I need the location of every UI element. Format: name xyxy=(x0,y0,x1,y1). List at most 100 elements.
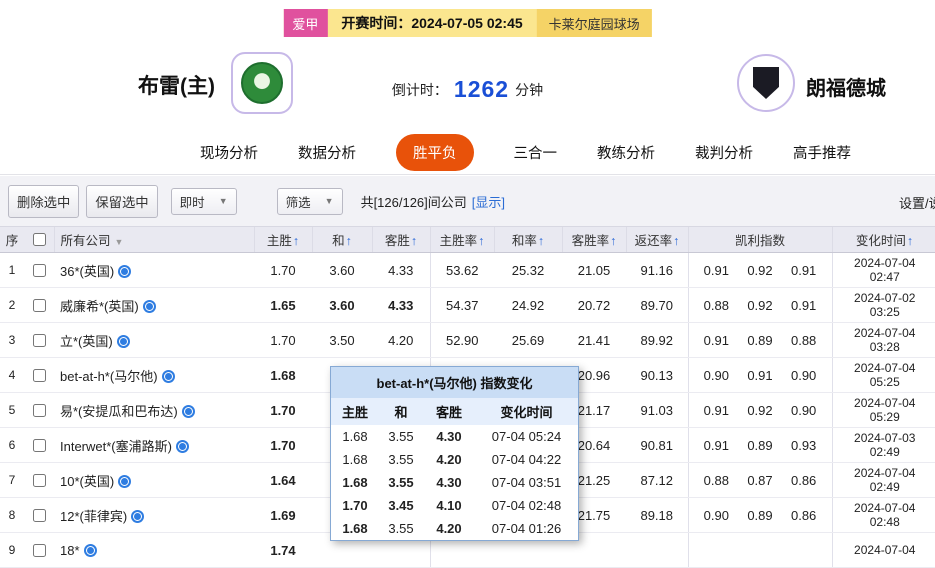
home-odds-value[interactable]: 1.70 xyxy=(254,252,312,288)
delete-selected-button[interactable]: 删除选中 xyxy=(8,184,80,218)
change-time-value: 2024-07-04 05:29 xyxy=(832,392,935,428)
company-detail-icon[interactable] xyxy=(118,264,132,278)
company-name[interactable]: Interwet*(塞浦路斯) xyxy=(60,439,172,454)
header-away-odds[interactable]: 客胜↑ xyxy=(372,227,431,253)
sort-asc-icon: ↑ xyxy=(292,234,300,248)
league-badge[interactable]: 爱甲 xyxy=(283,9,328,37)
kelly-away-value: 0.91 xyxy=(790,297,817,313)
home-odds-value[interactable]: 1.69 xyxy=(254,497,312,533)
popup-odds-row: 1.68 3.55 4.30 07-04 03:51 xyxy=(331,471,578,494)
row-checkbox[interactable] xyxy=(33,508,46,522)
kelly-draw-value: 0.87 xyxy=(747,472,773,488)
draw-odds-value[interactable]: 3.60 xyxy=(312,287,372,323)
sort-asc-icon: ↑ xyxy=(610,234,617,248)
company-name[interactable]: 10*(英国) xyxy=(60,474,114,489)
kelly-indices: 0.91 0.89 0.93 xyxy=(688,427,833,463)
row-checkbox[interactable] xyxy=(33,473,46,487)
row-checkbox[interactable] xyxy=(33,298,46,312)
company-detail-icon[interactable] xyxy=(161,369,175,383)
show-link[interactable]: [显示] xyxy=(472,192,505,211)
row-checkbox[interactable] xyxy=(33,438,46,452)
header-draw-odds[interactable]: 和↑ xyxy=(312,227,373,253)
tab-three-in-one[interactable]: 三合一 xyxy=(514,142,558,163)
popup-home-odds: 1.68 xyxy=(342,429,368,444)
row-checkbox[interactable] xyxy=(33,263,46,277)
tab-1x2-odds[interactable]: 胜平负 xyxy=(396,133,474,171)
row-checkbox[interactable] xyxy=(33,543,46,557)
company-filter-icon[interactable]: ▼ xyxy=(115,237,124,247)
kelly-home-value: 0.90 xyxy=(703,507,729,523)
company-name[interactable]: 12*(菲律宾) xyxy=(60,509,127,524)
row-checkbox[interactable] xyxy=(33,368,46,382)
company-detail-icon[interactable] xyxy=(83,543,97,557)
tab-referee-analysis[interactable]: 裁判分析 xyxy=(695,142,753,163)
header-seq: 序 xyxy=(0,227,24,253)
header-change-time[interactable]: 变化时间↑ xyxy=(832,227,935,253)
company-detail-icon[interactable] xyxy=(131,509,145,523)
settings-link[interactable]: 设置/说明 xyxy=(899,193,935,212)
table-row: 2 威廉希*(英国) 1.65 3.60 4.33 54.37 24.92 20… xyxy=(0,287,935,323)
home-odds-value[interactable]: 1.68 xyxy=(254,357,312,393)
header-checkbox-cell xyxy=(24,227,55,253)
company-name[interactable]: 易*(安提瓜和巴布达) xyxy=(60,404,178,419)
home-odds-value[interactable]: 1.70 xyxy=(254,392,312,428)
popup-home-odds: 1.68 xyxy=(342,475,368,490)
away-odds-value[interactable]: 4.33 xyxy=(372,252,431,288)
company-detail-icon[interactable] xyxy=(181,404,195,418)
company-name[interactable]: 威廉希*(英国) xyxy=(60,299,139,314)
sort-asc-icon: ↑ xyxy=(673,234,680,248)
tab-data-analysis[interactable]: 数据分析 xyxy=(298,142,356,163)
home-odds-value[interactable]: 1.65 xyxy=(254,287,312,323)
popup-away-odds: 4.30 xyxy=(436,475,462,490)
live-odds-dropdown[interactable]: 即时 ▼ xyxy=(170,187,237,215)
draw-odds-value[interactable]: 3.60 xyxy=(312,252,372,288)
home-odds-value[interactable]: 1.74 xyxy=(254,532,312,568)
draw-odds-value[interactable]: 3.50 xyxy=(312,322,372,358)
sort-asc-icon: ↑ xyxy=(906,234,914,248)
row-index: 5 xyxy=(0,392,24,428)
header-away-rate[interactable]: 客胜率↑ xyxy=(562,227,627,253)
header-away-rate-label: 客胜率 xyxy=(571,234,610,248)
company-name[interactable]: 18* xyxy=(60,543,80,558)
company-detail-icon[interactable] xyxy=(116,334,130,348)
header-company[interactable]: 所有公司 ▼ xyxy=(54,227,255,253)
tab-coach-analysis[interactable]: 教练分析 xyxy=(597,142,655,163)
away-odds-value[interactable]: 4.20 xyxy=(372,322,431,358)
company-name[interactable]: 36*(英国) xyxy=(60,264,114,279)
kelly-away-value: 0.93 xyxy=(790,437,817,453)
company-name[interactable]: bet-at-h*(马尔他) xyxy=(60,369,158,384)
popup-away-odds: 4.20 xyxy=(436,452,462,467)
home-odds-value[interactable]: 1.64 xyxy=(254,462,312,498)
select-all-checkbox[interactable] xyxy=(32,233,46,246)
keep-selected-button[interactable]: 保留选中 xyxy=(86,184,158,218)
kelly-draw-value: 0.91 xyxy=(747,367,773,383)
header-draw-rate[interactable]: 和率↑ xyxy=(494,227,563,253)
kelly-draw-value: 0.89 xyxy=(747,507,773,523)
kelly-away-value: 0.86 xyxy=(790,507,817,523)
tab-expert-picks[interactable]: 高手推荐 xyxy=(793,142,851,163)
header-payout[interactable]: 返还率↑ xyxy=(626,227,689,253)
filter-dropdown[interactable]: 筛选 ▼ xyxy=(276,187,343,215)
odds-toolbar: 删除选中 保留选中 即时 ▼ 筛选 ▼ 共[126/126]间公司 [显示] 设… xyxy=(0,176,935,227)
company-name[interactable]: 立*(英国) xyxy=(60,334,113,349)
header-home-rate[interactable]: 主胜率↑ xyxy=(430,227,495,253)
popup-change-time: 07-04 04:22 xyxy=(491,452,562,467)
change-time-value: 2024-07-03 02:49 xyxy=(832,427,935,463)
tab-live-analysis[interactable]: 现场分析 xyxy=(200,142,258,163)
row-index: 9 xyxy=(0,532,24,568)
popup-table: 主胜 和 客胜 变化时间 1.68 3.55 4.30 07-04 05:24 … xyxy=(331,398,578,540)
company-detail-icon[interactable] xyxy=(175,439,189,453)
home-odds-value[interactable]: 1.70 xyxy=(254,322,312,358)
row-checkbox[interactable] xyxy=(33,333,46,347)
row-index: 1 xyxy=(0,252,24,288)
header-payout-label: 返还率 xyxy=(634,234,673,248)
popup-change-time: 07-04 05:24 xyxy=(491,429,562,444)
kelly-home-value: 0.91 xyxy=(703,262,729,278)
away-odds-value[interactable]: 4.33 xyxy=(372,287,431,323)
company-detail-icon[interactable] xyxy=(142,299,156,313)
header-home-odds[interactable]: 主胜↑ xyxy=(254,227,313,253)
company-detail-icon[interactable] xyxy=(118,474,132,488)
company-cell: 易*(安提瓜和巴布达) xyxy=(54,392,254,428)
home-odds-value[interactable]: 1.70 xyxy=(254,427,312,463)
row-checkbox[interactable] xyxy=(33,403,46,417)
